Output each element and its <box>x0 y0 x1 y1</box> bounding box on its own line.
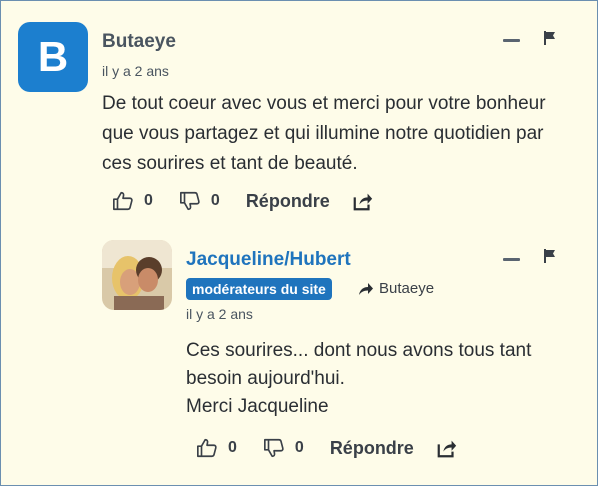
comment-line: que vous partagez et qui illumine notre … <box>102 123 544 144</box>
reply-actions: 0 0 Répondre <box>196 437 458 459</box>
avatar[interactable]: B <box>18 22 88 92</box>
avatar[interactable] <box>102 240 172 310</box>
comment-author[interactable]: Butaeye <box>102 31 176 53</box>
flag-icon[interactable] <box>542 30 558 46</box>
moderator-badge: modérateurs du site <box>186 278 332 300</box>
dislike-button[interactable]: 0 <box>263 437 304 459</box>
reply-arrow-icon <box>359 282 373 295</box>
like-button[interactable]: 0 <box>196 437 237 459</box>
dislike-count: 0 <box>294 439 304 456</box>
dislike-button[interactable]: 0 <box>179 190 220 212</box>
reply-author[interactable]: Jacqueline/Hubert <box>186 249 351 271</box>
reply-line: Merci Jacqueline <box>186 396 329 417</box>
thumbs-down-icon <box>263 438 284 458</box>
like-count: 0 <box>228 439 237 456</box>
flag-icon[interactable] <box>542 248 558 264</box>
reply-line: Ces sourires... dont nous avons tous tan… <box>186 340 532 361</box>
reply-button[interactable]: Répondre <box>246 191 330 212</box>
comment-body: De tout coeur avec vous et merci pour vo… <box>102 89 546 179</box>
reply-to-name: Butaeye <box>379 280 435 297</box>
share-icon[interactable] <box>436 437 458 459</box>
reply-to-link[interactable]: Butaeye <box>358 280 434 297</box>
share-icon[interactable] <box>352 190 374 212</box>
comment-thread: B Butaeye il y a 2 ans De tout coeur ave… <box>0 0 598 486</box>
thumbs-up-icon <box>197 438 217 458</box>
like-button[interactable]: 0 <box>112 190 153 212</box>
thumbs-down-icon <box>179 191 200 211</box>
comment-line: De tout coeur avec vous et merci pour vo… <box>102 93 546 114</box>
comment-actions: 0 0 Répondre <box>112 190 374 212</box>
comment-line: ces sourires et tant de beauté. <box>102 153 358 174</box>
like-count: 0 <box>144 192 153 209</box>
thumbs-up-icon <box>113 191 133 211</box>
collapse-icon[interactable] <box>503 258 520 261</box>
reply-line: besoin aujourd'hui. <box>186 368 345 389</box>
reply-timestamp[interactable]: il y a 2 ans <box>186 306 253 322</box>
collapse-icon[interactable] <box>503 39 520 42</box>
reply-body: Ces sourires... dont nous avons tous tan… <box>186 337 531 421</box>
dislike-count: 0 <box>210 192 220 209</box>
reply-button[interactable]: Répondre <box>330 438 414 459</box>
comment-timestamp[interactable]: il y a 2 ans <box>102 63 169 79</box>
profile-photo <box>102 240 172 310</box>
